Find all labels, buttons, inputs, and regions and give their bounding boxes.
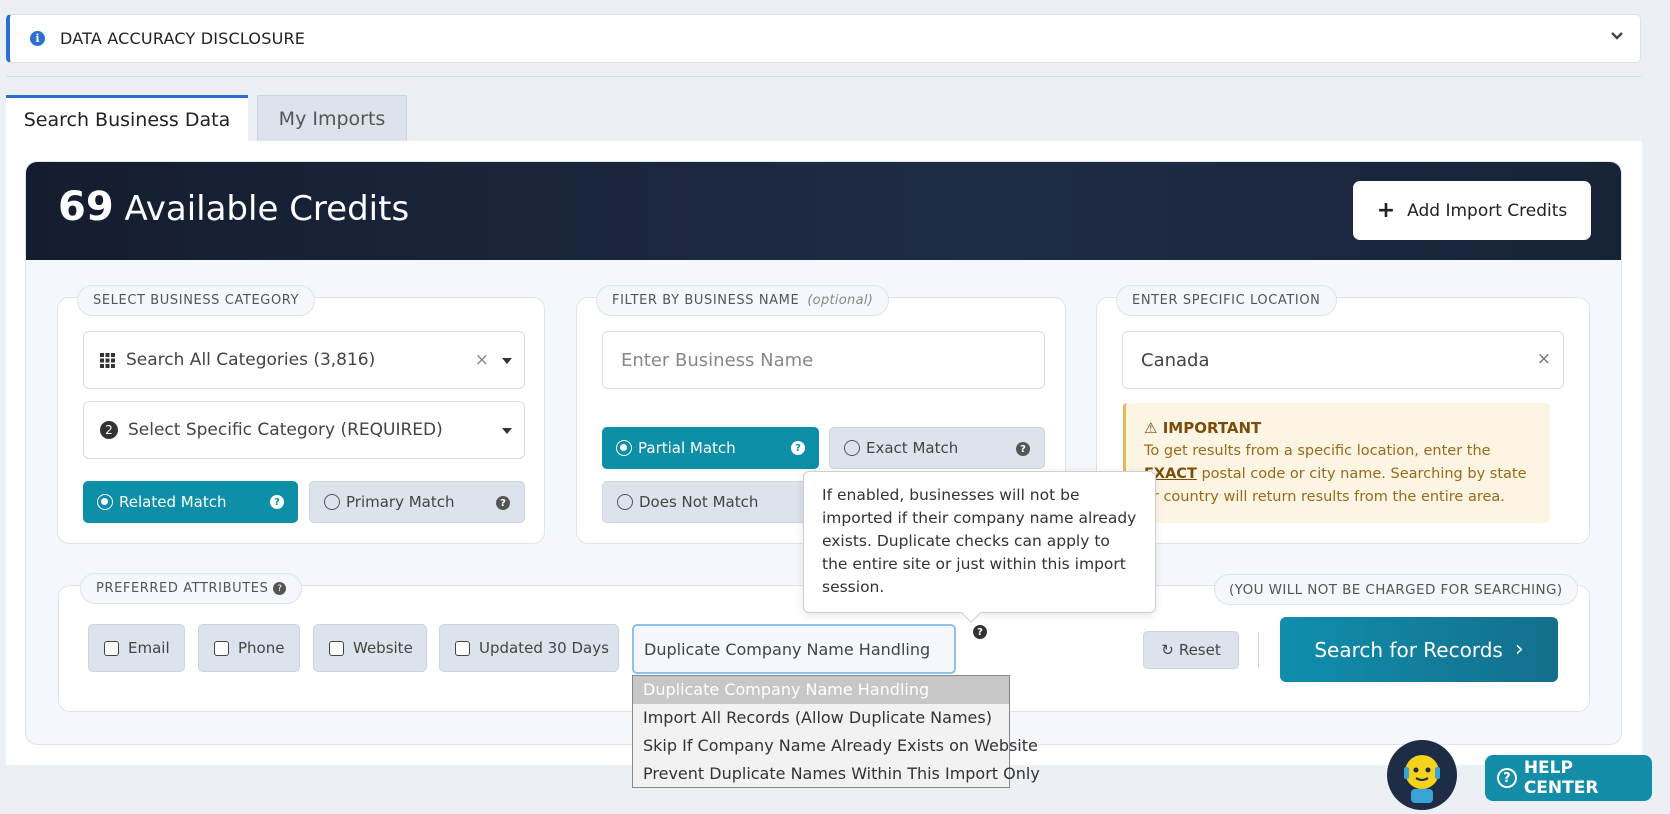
clear-icon[interactable]: × — [475, 350, 489, 370]
duplicate-handling-value: Duplicate Company Name Handling — [644, 639, 931, 659]
updated-30-days-checkbox[interactable]: Updated 30 Days — [439, 624, 619, 672]
duplicate-handling-dropdown: Duplicate Company Name Handling Import A… — [632, 675, 1040, 788]
disclosure-title: DATA ACCURACY DISCLOSURE — [60, 29, 306, 48]
tab-search-business-data[interactable]: Search Business Data — [6, 95, 248, 142]
help-icon[interactable]: ? — [973, 625, 987, 639]
help-icon[interactable]: ? — [1016, 442, 1030, 456]
specific-category-select[interactable]: 2 Select Specific Category (REQUIRED) — [83, 401, 525, 459]
website-label: Website — [353, 639, 413, 657]
exact-match-radio[interactable]: Exact Match ? — [829, 427, 1045, 469]
caret-down-icon — [502, 428, 512, 434]
radio-icon — [97, 494, 113, 510]
question-icon: ? — [1497, 768, 1517, 788]
divider — [1258, 632, 1259, 668]
caret-down-icon — [502, 358, 512, 364]
dropdown-option[interactable]: Prevent Duplicate Names Within This Impo… — [633, 760, 1040, 788]
checkbox-icon — [104, 640, 119, 656]
does-not-match-radio[interactable]: Does Not Match — [602, 481, 819, 523]
does-not-match-label: Does Not Match — [639, 493, 759, 511]
related-match-label: Related Match — [119, 493, 227, 511]
attributes-label-text: PREFERRED ATTRIBUTES — [96, 581, 269, 596]
location-label-text: ENTER SPECIFIC LOCATION — [1132, 293, 1321, 308]
primary-match-label: Primary Match — [346, 493, 455, 511]
all-categories-value: Search All Categories (3,816) — [126, 350, 376, 370]
business-name-label-text: FILTER BY BUSINESS NAME — [612, 293, 800, 308]
duplicate-handling-select[interactable]: Duplicate Company Name Handling — [632, 624, 956, 674]
important-notice: ⚠ IMPORTANT To get results from a specif… — [1123, 403, 1550, 523]
add-import-credits-label: Add Import Credits — [1407, 200, 1568, 221]
updated-label: Updated 30 Days — [479, 639, 609, 657]
data-accuracy-disclosure[interactable]: i DATA ACCURACY DISCLOSURE — [6, 14, 1641, 63]
chevron-right-icon: › — [1514, 637, 1524, 662]
reset-icon: ↻ — [1161, 641, 1174, 659]
credits-label: Available Credits — [124, 189, 410, 229]
checkbox-icon — [455, 640, 470, 656]
email-checkbox[interactable]: Email — [88, 624, 185, 672]
location-section-label: ENTER SPECIFIC LOCATION — [1116, 285, 1337, 316]
primary-match-radio[interactable]: Primary Match ? — [309, 481, 525, 523]
search-for-records-button[interactable]: Search for Records › — [1280, 617, 1558, 682]
specific-category-value: Select Specific Category (REQUIRED) — [128, 420, 443, 440]
plus-icon: + — [1376, 198, 1396, 223]
divider — [6, 76, 1641, 77]
location-input[interactable]: Canada × — [1122, 331, 1564, 389]
dropdown-option[interactable]: Duplicate Company Name Handling — [633, 676, 1009, 704]
tab-my-imports[interactable]: My Imports — [257, 95, 407, 142]
robot-icon — [1404, 755, 1440, 803]
important-body: To get results from a specific location,… — [1144, 440, 1532, 509]
important-heading: ⚠ IMPORTANT — [1144, 417, 1532, 440]
category-label-text: SELECT BUSINESS CATEGORY — [93, 293, 300, 308]
important-title: IMPORTANT — [1162, 419, 1262, 437]
help-icon[interactable]: ? — [270, 495, 284, 509]
location-value: Canada — [1141, 349, 1210, 371]
help-center-button[interactable]: ? HELP CENTER — [1485, 755, 1652, 801]
help-center-label: HELP CENTER — [1523, 758, 1599, 798]
all-categories-select[interactable]: Search All Categories (3,816) × — [83, 331, 525, 389]
add-import-credits-button[interactable]: + Add Import Credits — [1353, 181, 1591, 240]
important-text-end: postal code or city name. Searching by s… — [1144, 466, 1527, 505]
dropdown-option[interactable]: Skip If Company Name Already Exists on W… — [633, 732, 1038, 760]
important-text-start: To get results from a specific location,… — [1144, 443, 1491, 459]
partial-match-label: Partial Match — [638, 439, 736, 457]
info-icon: i — [30, 31, 45, 46]
radio-icon — [616, 440, 632, 456]
credits-summary: 69 Available Credits — [58, 184, 409, 230]
related-match-radio[interactable]: Related Match ? — [83, 481, 298, 523]
no-charge-note: (YOU WILL NOT BE CHARGED FOR SEARCHING) — [1214, 574, 1578, 605]
dropdown-option[interactable]: Import All Records (Allow Duplicate Name… — [633, 704, 1009, 732]
warning-icon: ⚠ — [1144, 419, 1158, 437]
credits-header: 69 Available Credits + Add Import Credit… — [26, 162, 1621, 260]
reset-label: Reset — [1178, 641, 1221, 659]
help-icon[interactable]: ? — [791, 441, 805, 455]
business-name-input[interactable]: Enter Business Name — [602, 331, 1045, 389]
help-icon[interactable]: ? — [273, 582, 287, 595]
category-section-label: SELECT BUSINESS CATEGORY — [77, 285, 316, 316]
tooltip-text: If enabled, businesses will not be impor… — [822, 486, 1137, 596]
clear-icon[interactable]: × — [1537, 349, 1551, 369]
assistant-avatar[interactable] — [1387, 740, 1457, 810]
website-checkbox[interactable]: Website — [313, 624, 427, 672]
attributes-section-label: PREFERRED ATTRIBUTES ? — [80, 573, 303, 604]
phone-checkbox[interactable]: Phone — [198, 624, 300, 672]
optional-label: (optional) — [807, 293, 874, 308]
radio-icon — [844, 440, 860, 456]
duplicate-handling-tooltip: If enabled, businesses will not be impor… — [803, 471, 1156, 623]
partial-match-radio[interactable]: Partial Match ? — [602, 427, 819, 469]
credits-count: 69 — [58, 184, 114, 230]
chevron-down-icon[interactable] — [1610, 29, 1624, 43]
exact-match-label: Exact Match — [866, 439, 959, 457]
checkbox-icon — [329, 640, 344, 656]
email-label: Email — [128, 639, 170, 657]
help-icon[interactable]: ? — [496, 496, 510, 510]
radio-icon — [617, 494, 633, 510]
phone-label: Phone — [238, 639, 285, 657]
reset-button[interactable]: ↻ Reset — [1143, 631, 1239, 669]
business-name-section-label: FILTER BY BUSINESS NAME (optional) — [596, 285, 890, 316]
grid-icon — [100, 352, 115, 368]
search-label: Search for Records — [1314, 637, 1503, 662]
step-two-icon: 2 — [100, 421, 118, 439]
checkbox-icon — [214, 640, 229, 656]
radio-icon — [324, 494, 340, 510]
